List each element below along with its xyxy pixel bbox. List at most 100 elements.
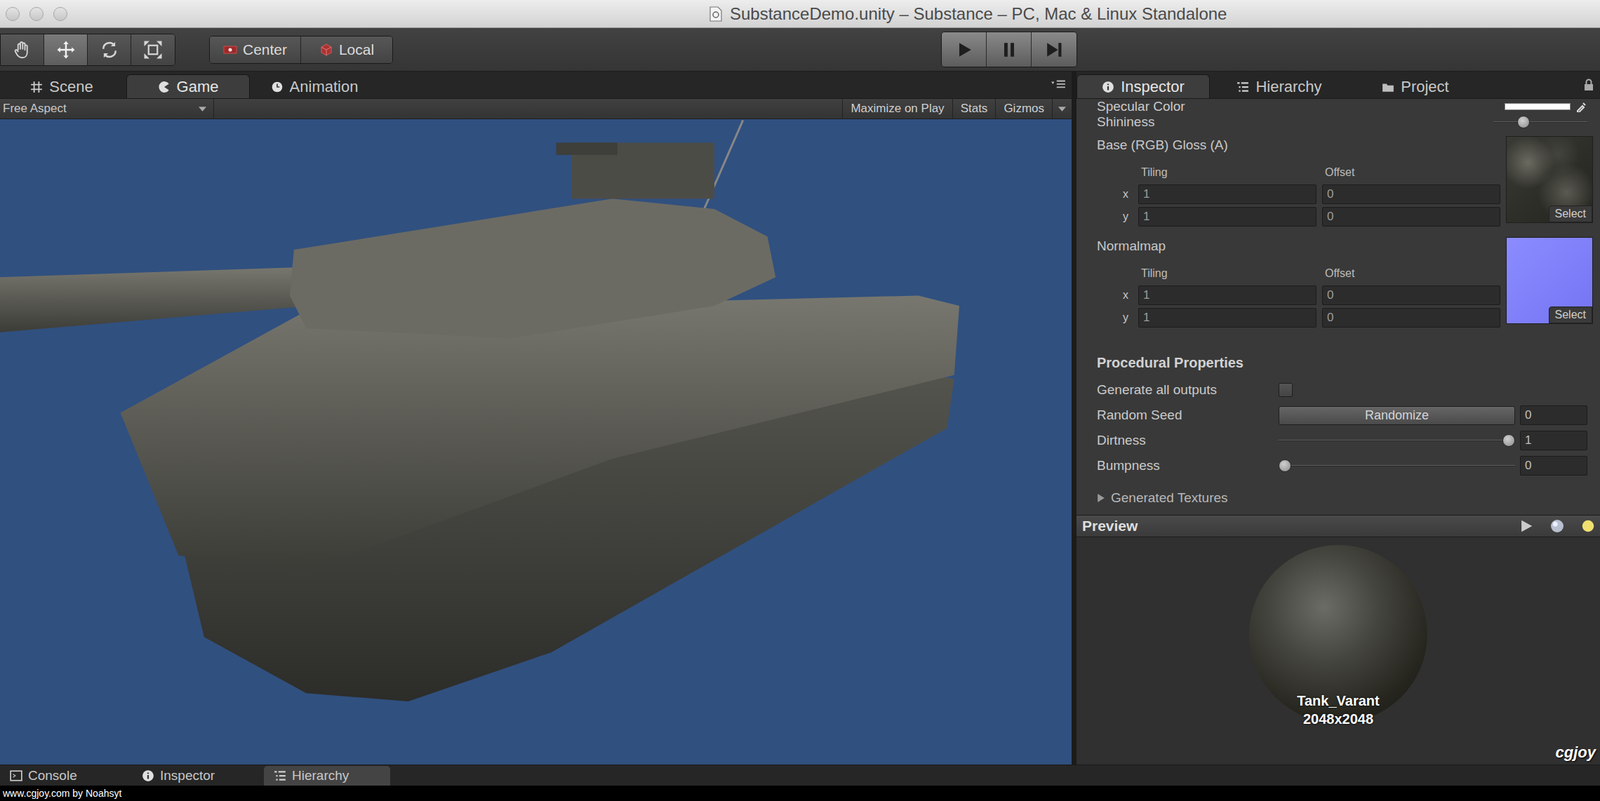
dropdown-caret-icon xyxy=(198,106,207,112)
aspect-label: Free Aspect xyxy=(2,101,67,116)
game-view-toggle[interactable]: Stats xyxy=(952,98,996,119)
bottom-tab[interactable]: Console xyxy=(0,766,127,786)
panel-divider[interactable] xyxy=(1071,71,1077,765)
transform-tool-button[interactable] xyxy=(131,34,175,66)
step-icon xyxy=(1044,40,1064,60)
minimize-button[interactable] xyxy=(29,7,44,22)
window-controls xyxy=(0,7,78,22)
value-field[interactable]: 0 xyxy=(1520,456,1588,476)
axis-label: x xyxy=(1096,285,1133,306)
transform-tool-button[interactable] xyxy=(0,34,45,66)
checkbox[interactable] xyxy=(1278,383,1293,398)
view-tab[interactable]: Animation xyxy=(252,74,377,99)
offset-field[interactable]: 0 xyxy=(1322,184,1501,205)
color-swatch[interactable] xyxy=(1504,103,1571,111)
scale-icon xyxy=(142,39,164,61)
axis-label: x xyxy=(1096,184,1133,205)
bottom-tab[interactable]: Inspector xyxy=(131,766,259,786)
view-tab[interactable]: Game xyxy=(126,74,250,99)
bottom-tab-bar: Console Inspector Hierarchy xyxy=(0,764,1600,786)
procedural-row: Dirtness 1 xyxy=(1096,430,1588,451)
hand-icon xyxy=(11,39,33,61)
close-button[interactable] xyxy=(5,7,20,22)
property-slider[interactable] xyxy=(1278,432,1516,449)
axis-label: y xyxy=(1096,207,1133,227)
playback-button[interactable] xyxy=(1031,32,1077,67)
aspect-dropdown[interactable]: Free Aspect xyxy=(0,98,215,119)
slider-knob[interactable] xyxy=(1278,459,1292,473)
footer-credit: www.cgjoy.com by Noahsyt xyxy=(0,785,1600,801)
slider-knob[interactable] xyxy=(1502,434,1516,448)
info-icon xyxy=(1101,80,1115,94)
select-texture-button[interactable]: Select xyxy=(1548,205,1593,223)
eyedropper-icon[interactable] xyxy=(1576,101,1588,113)
tiling-field[interactable]: 1 xyxy=(1138,184,1317,205)
playback-controls xyxy=(941,31,1078,68)
shininess-slider[interactable] xyxy=(1493,114,1588,130)
game-view-toggle[interactable]: Maximize on Play xyxy=(842,98,952,119)
rotate-icon xyxy=(98,39,120,61)
sphere-icon[interactable] xyxy=(1549,518,1565,535)
bottom-tab[interactable]: Hierarchy xyxy=(263,766,391,786)
procedural-properties: Generate all outputsRandom SeedRandomize… xyxy=(1096,380,1588,476)
offset-header: Offset xyxy=(1322,265,1501,282)
pivot-local-icon xyxy=(319,43,334,57)
view-tab-bar: Scene GameAnimation xyxy=(0,71,1072,99)
zoom-button[interactable] xyxy=(53,7,68,22)
value-field[interactable]: 1 xyxy=(1520,430,1588,451)
panel-menu-icon[interactable] xyxy=(1050,79,1066,91)
transform-tool-button[interactable] xyxy=(44,34,88,66)
game-view[interactable] xyxy=(0,119,1072,765)
window-title: SubstanceDemo.unity – Substance – PC, Ma… xyxy=(729,4,1227,24)
tiling-header: Tiling xyxy=(1138,265,1317,282)
randomize-button[interactable]: Randomize xyxy=(1278,406,1516,426)
light-icon[interactable] xyxy=(1580,518,1596,535)
transform-tool-button[interactable] xyxy=(87,34,132,66)
playback-button[interactable] xyxy=(941,32,987,67)
panel-tab[interactable]: Hierarchy xyxy=(1212,74,1346,99)
pivot-label: Center xyxy=(242,41,288,59)
select-texture-button[interactable]: Select xyxy=(1548,306,1593,324)
texture-thumbnail[interactable]: Select xyxy=(1505,237,1593,325)
tiling-field[interactable]: 1 xyxy=(1138,308,1317,328)
property-label: Generate all outputs xyxy=(1096,382,1274,398)
watermark: cgjoy xyxy=(1555,743,1596,763)
offset-field[interactable]: 0 xyxy=(1322,308,1501,328)
move-arrows-icon xyxy=(55,39,77,61)
pivot-toggle-button[interactable]: Local xyxy=(301,36,393,64)
axis-label: y xyxy=(1096,308,1133,328)
property-label: Dirtness xyxy=(1096,432,1274,449)
tab-label: Hierarchy xyxy=(291,768,349,784)
material-preview[interactable]: Tank_Varant2048x2048cgjoy xyxy=(1076,537,1600,765)
pivot-center-icon xyxy=(223,43,238,57)
unity-document-icon xyxy=(708,6,723,22)
panel-tab[interactable]: Inspector xyxy=(1076,74,1210,99)
view-tab[interactable]: Scene xyxy=(0,74,124,99)
play-icon[interactable] xyxy=(1518,518,1535,535)
tiling-field[interactable]: 1 xyxy=(1138,207,1317,227)
slider-knob[interactable] xyxy=(1517,115,1530,129)
foldout-arrow-icon xyxy=(1096,494,1106,503)
tab-label: Hierarchy xyxy=(1255,77,1322,97)
game-view-toggle[interactable]: Gizmos xyxy=(995,98,1052,119)
playback-button[interactable] xyxy=(986,32,1032,67)
generated-textures-foldout[interactable]: Generated Textures xyxy=(1096,488,1588,509)
property-slider[interactable] xyxy=(1278,458,1516,474)
pivot-toggle-button[interactable]: Center xyxy=(209,36,302,64)
texture-thumbnail[interactable]: Select xyxy=(1505,136,1593,224)
value-field[interactable]: 0 xyxy=(1520,405,1588,426)
tab-label: Scene xyxy=(49,77,93,97)
offset-field[interactable]: 0 xyxy=(1322,285,1501,306)
section-title: Procedural Properties xyxy=(1096,352,1588,374)
lock-icon[interactable] xyxy=(1583,78,1595,92)
texture-property: NormalmapTilingOffsetx10y10Select xyxy=(1096,235,1588,328)
material-name: Tank_Varant xyxy=(1296,691,1379,711)
gizmos-dropdown[interactable] xyxy=(1051,98,1072,119)
tab-label: Console xyxy=(28,768,78,784)
inspector-panel: InspectorHierarchyProjectSpecular ColorS… xyxy=(1076,71,1600,765)
tiling-field[interactable]: 1 xyxy=(1138,285,1317,306)
offset-field[interactable]: 0 xyxy=(1322,207,1501,227)
foldout-label: Generated Textures xyxy=(1110,490,1229,506)
panel-tab[interactable]: Project xyxy=(1348,74,1483,99)
tiling-header: Tiling xyxy=(1138,164,1317,181)
